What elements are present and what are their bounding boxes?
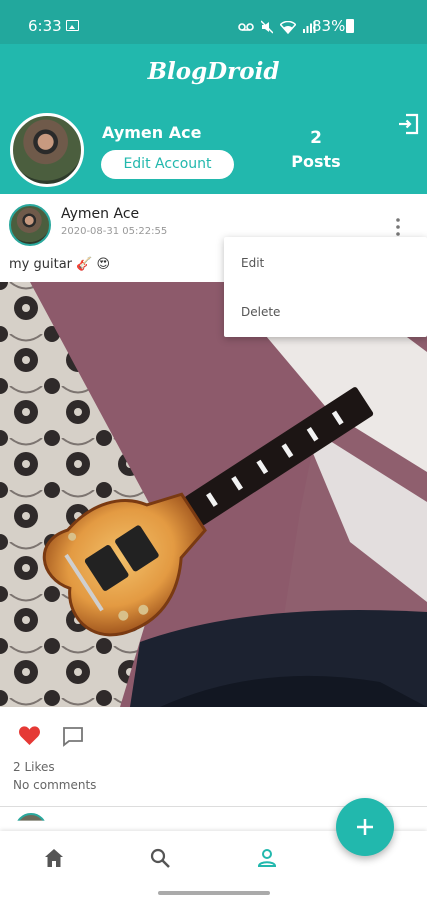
status-bar: 6:33 83% (0, 0, 427, 44)
more-vert-icon[interactable] (392, 216, 404, 238)
comments-count[interactable]: No comments (13, 778, 96, 792)
battery-percent: 83% (312, 17, 346, 35)
profile-header: Aymen Ace Edit Account 2 Posts (0, 104, 427, 194)
logout-icon[interactable] (397, 112, 421, 136)
voicemail-icon (238, 23, 254, 31)
profile-avatar[interactable] (10, 113, 84, 187)
profile-name: Aymen Ace (102, 123, 202, 142)
posts-label: Posts (291, 152, 341, 171)
app-title: BlogDroid (147, 58, 280, 85)
gesture-bar (158, 891, 270, 895)
image-icon (66, 20, 79, 31)
mute-icon (261, 20, 273, 34)
app-bar: BlogDroid (0, 44, 427, 104)
profile-icon[interactable] (256, 847, 278, 869)
post-date: 2020-08-31 05:22:55 (61, 226, 168, 237)
add-post-button[interactable] (336, 798, 394, 856)
guitar-photo (0, 282, 427, 707)
status-time: 6:33 (28, 17, 62, 35)
post-caption: my guitar 🎸 😍 (9, 257, 111, 272)
comment-icon[interactable] (62, 726, 84, 747)
battery-icon (346, 19, 354, 33)
status-icons (238, 19, 316, 35)
post-image[interactable] (0, 282, 427, 707)
likes-count[interactable]: 2 Likes (13, 760, 55, 774)
home-icon[interactable] (43, 847, 65, 869)
plus-icon (357, 819, 373, 835)
edit-account-button[interactable]: Edit Account (101, 150, 234, 179)
posts-count: 2 (310, 128, 322, 148)
menu-item-edit[interactable]: Edit (241, 256, 264, 270)
post-actions: 2 Likes No comments (0, 707, 427, 807)
post-author-avatar[interactable] (9, 204, 51, 246)
heart-icon[interactable] (18, 725, 41, 746)
wifi-icon (280, 20, 296, 34)
menu-item-delete[interactable]: Delete (241, 305, 280, 319)
post-options-menu: Edit Delete (224, 237, 427, 337)
post-author-name: Aymen Ace (61, 206, 140, 222)
search-icon[interactable] (149, 847, 171, 869)
